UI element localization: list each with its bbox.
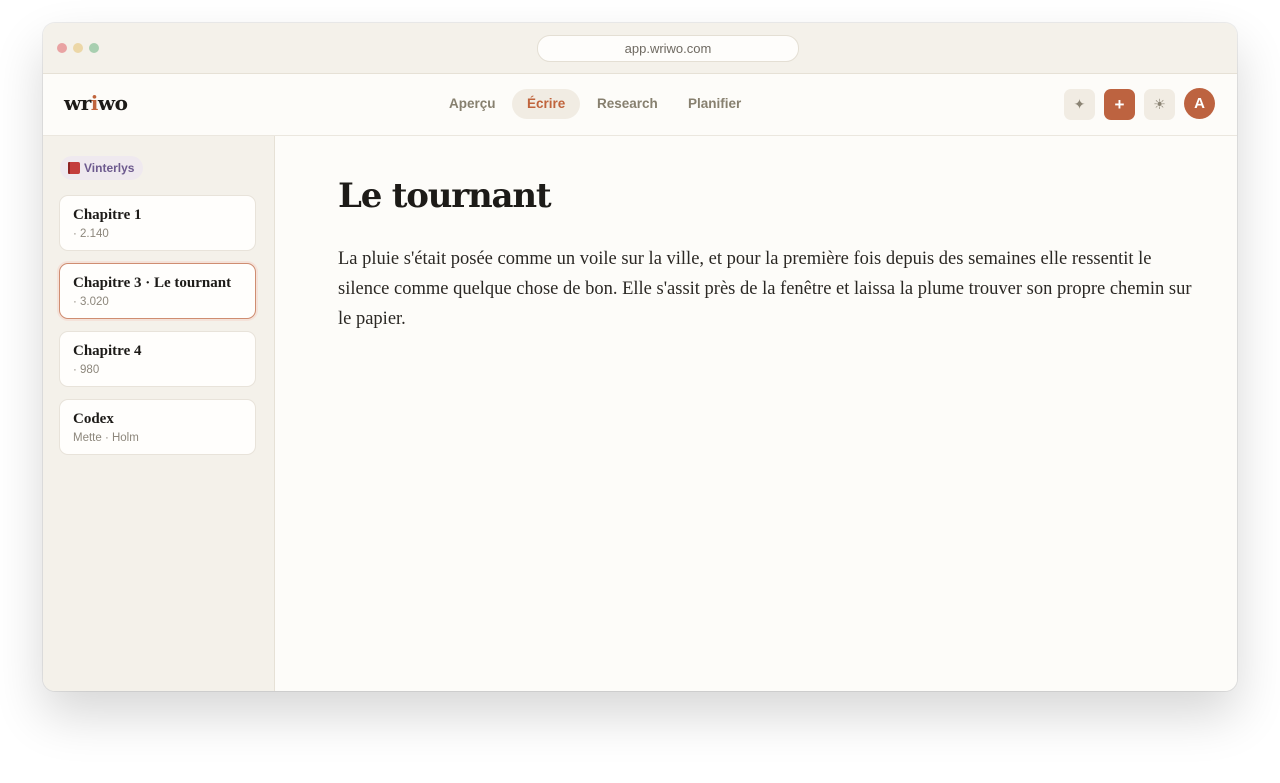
tab-research[interactable]: Research — [582, 89, 673, 119]
logo-text-accent: i — [90, 91, 99, 115]
chapter-title: Chapitre 1 — [73, 207, 142, 223]
browser-titlebar: app.wriwo.com — [43, 23, 1237, 74]
project-badge[interactable]: Vinterlys — [60, 156, 144, 180]
chapter-word-count: · 980 — [73, 364, 100, 376]
tab-apercu[interactable]: Aperçu — [434, 89, 511, 119]
add-button[interactable]: + — [1104, 89, 1135, 120]
logo-text-prefix: wr — [64, 91, 91, 115]
plus-icon: + — [1114, 95, 1125, 114]
logo-text-suffix: wo — [97, 91, 128, 115]
ai-assist-button[interactable]: ✦ — [1064, 89, 1095, 120]
close-window-dot[interactable] — [57, 43, 67, 53]
tab-planifier[interactable]: Planifier — [673, 89, 756, 119]
minimize-window-dot[interactable] — [73, 43, 83, 53]
sun-icon: ☀ — [1153, 96, 1166, 112]
theme-toggle-button[interactable]: ☀ — [1144, 89, 1175, 120]
codex-title: Codex — [73, 411, 114, 427]
book-icon — [68, 162, 80, 174]
document-title[interactable]: Le tournant — [338, 176, 552, 216]
tab-ecrire[interactable]: Écrire — [512, 89, 581, 119]
app-header: wriwo Aperçu Écrire Research Planifier ✦… — [43, 74, 1237, 136]
sparkle-icon: ✦ — [1073, 96, 1086, 112]
codex-characters: Mette · Holm — [73, 432, 139, 444]
chapter-title: Chapitre 3 · Le tournant — [73, 275, 232, 291]
user-avatar[interactable]: A — [1184, 88, 1215, 119]
address-bar[interactable]: app.wriwo.com — [537, 35, 799, 62]
browser-window: app.wriwo.com wriwo Aperçu Écrire Resear… — [43, 23, 1237, 691]
project-name: Vinterlys — [84, 161, 135, 175]
codex-card[interactable]: Codex Mette · Holm — [59, 399, 256, 455]
document-body[interactable]: La pluie s'était posée comme un voile su… — [338, 244, 1196, 334]
chapter-card-3[interactable]: Chapitre 3 · Le tournant · 3.020 — [59, 263, 256, 319]
maximize-window-dot[interactable] — [89, 43, 99, 53]
chapter-card-1[interactable]: Chapitre 1 · 2.140 — [59, 195, 256, 251]
chapter-card-4[interactable]: Chapitre 4 · 980 — [59, 331, 256, 387]
chapter-sidebar: Vinterlys Chapitre 1 · 2.140 Chapitre 3 … — [43, 136, 275, 691]
wriwo-logo[interactable]: wriwo — [64, 91, 128, 115]
chapter-title: Chapitre 4 — [73, 343, 142, 359]
editor-pane[interactable]: Le tournant La pluie s'était posée comme… — [275, 136, 1237, 691]
chapter-word-count: · 3.020 — [73, 296, 109, 308]
chapter-word-count: · 2.140 — [73, 228, 109, 240]
